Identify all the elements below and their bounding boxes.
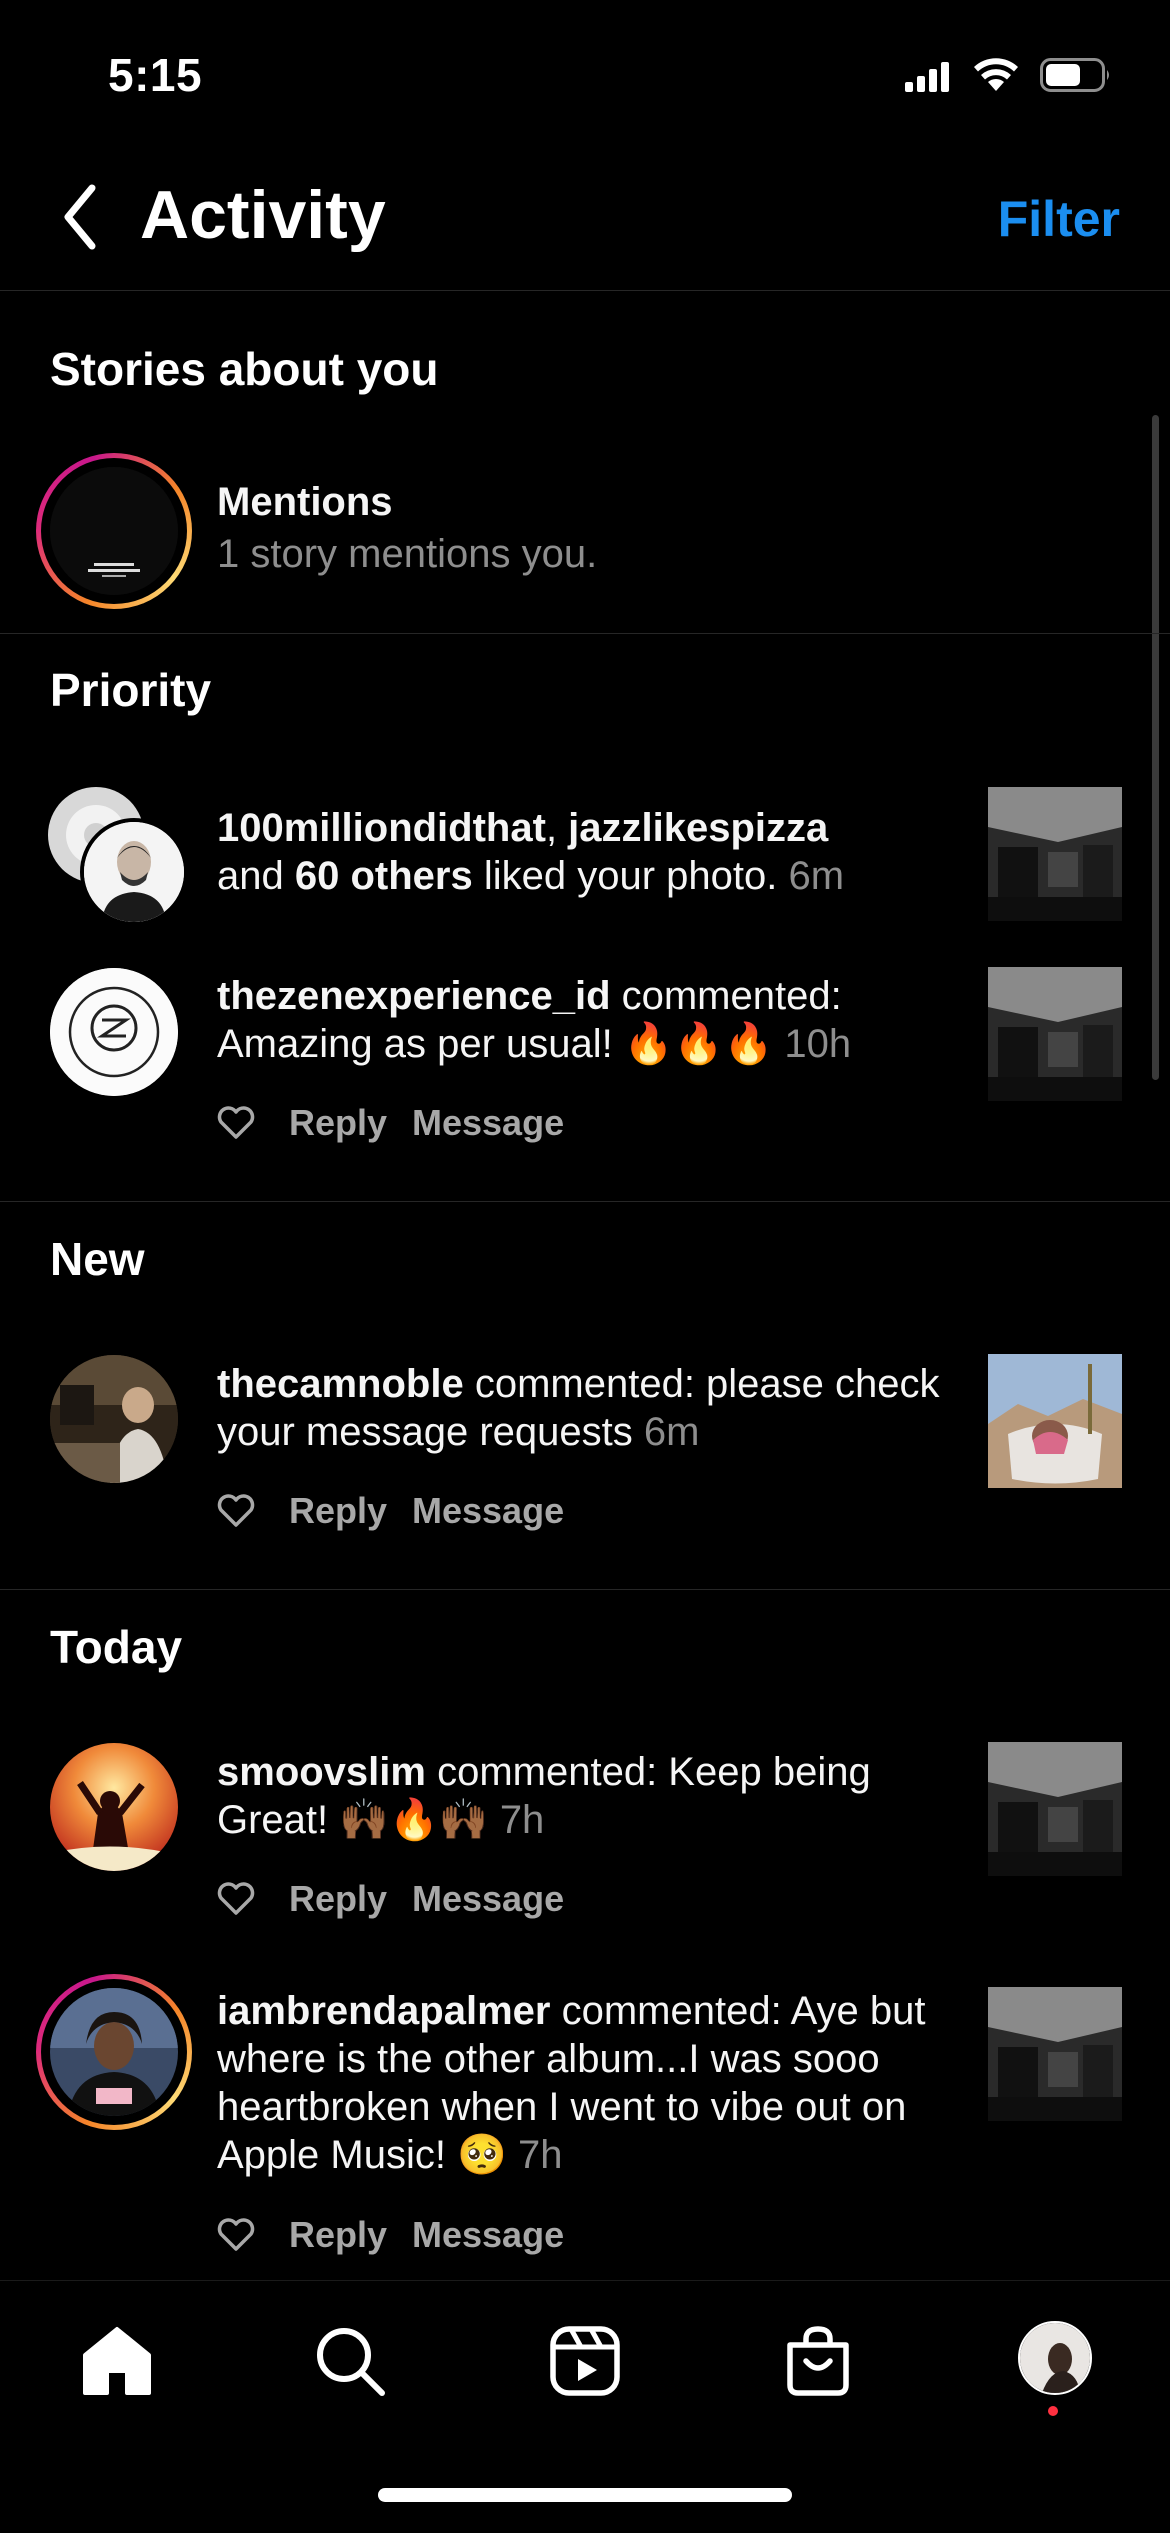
wifi-icon [974, 58, 1018, 91]
status-time: 5:15 [108, 49, 203, 101]
username[interactable]: 100milliondidthat [217, 806, 546, 850]
post-thumbnail[interactable] [988, 787, 1122, 921]
avatar[interactable] [50, 1988, 178, 2116]
mentions-title: Mentions [217, 480, 393, 524]
timestamp: 6m [788, 854, 845, 898]
reply-button[interactable]: Reply [289, 2214, 387, 2256]
username[interactable]: iambrendapalmer [217, 1989, 550, 2033]
username[interactable]: thezenexperience_id [217, 974, 611, 1018]
section-title-stories: Stories about you [50, 343, 439, 395]
profile-avatar[interactable] [1018, 2321, 1092, 2395]
section-title-today: Today [50, 1621, 183, 1673]
message-button[interactable]: Message [412, 1878, 564, 1920]
home-icon[interactable] [77, 2321, 157, 2401]
post-thumbnail[interactable] [988, 967, 1122, 1101]
avatar[interactable] [50, 1355, 178, 1483]
message-button[interactable]: Message [412, 1102, 564, 1144]
reels-icon[interactable] [545, 2321, 625, 2401]
username[interactable]: thecamnoble [217, 1362, 464, 1406]
reply-button[interactable]: Reply [289, 1878, 387, 1920]
heart-icon[interactable] [217, 1494, 255, 1528]
message-button[interactable]: Message [412, 2214, 564, 2256]
notification-dot [1048, 2406, 1058, 2416]
timestamp: 7h [499, 1798, 545, 1842]
avatar[interactable] [50, 1743, 178, 1871]
avatar[interactable] [50, 968, 178, 1096]
reply-button[interactable]: Reply [289, 1490, 387, 1532]
avatar-user2[interactable] [80, 818, 188, 926]
reply-button[interactable]: Reply [289, 1102, 387, 1144]
page-title: Activity [140, 177, 386, 253]
heart-icon[interactable] [217, 1882, 255, 1916]
timestamp: 6m [643, 1410, 700, 1454]
status-bar: 5:15 [0, 0, 1170, 140]
username[interactable]: jazzlikespizza [568, 806, 828, 850]
shop-icon[interactable] [778, 2321, 858, 2401]
story-preview-image [50, 467, 178, 595]
others-count[interactable]: 60 others [295, 854, 473, 898]
back-chevron-icon[interactable] [60, 182, 100, 252]
mention-story-thumbnail [50, 467, 178, 595]
cellular-signal-icon [905, 62, 949, 92]
activity-text: thecamnoble commented: please check your… [217, 1362, 940, 1454]
divider [0, 633, 1170, 634]
timestamp: 7h [518, 2133, 563, 2177]
heart-icon[interactable] [217, 2218, 255, 2252]
post-thumbnail[interactable] [988, 1987, 1122, 2121]
message-button[interactable]: Message [412, 1490, 564, 1532]
divider [0, 1589, 1170, 1590]
activity-text: iambrendapalmer commented: Aye but where… [217, 1989, 926, 2177]
username[interactable]: smoovslim [217, 1750, 426, 1794]
divider [0, 1201, 1170, 1202]
battery-icon [1040, 58, 1109, 92]
activity-text: 100milliondidthat, jazzlikespizza and 60 … [217, 806, 845, 898]
header: Activity Filter [0, 140, 1170, 291]
scrollbar[interactable] [1152, 415, 1159, 1080]
activity-text: thezenexperience_id commented: Amazing a… [217, 974, 852, 1066]
search-icon[interactable] [310, 2321, 390, 2401]
section-title-new: New [50, 1233, 145, 1285]
heart-icon[interactable] [217, 1106, 255, 1140]
activity-text: smoovslim commented: Keep being Great! 🙌… [217, 1750, 871, 1842]
post-thumbnail[interactable] [988, 1354, 1122, 1488]
mentions-subtitle: 1 story mentions you. [217, 532, 598, 576]
section-title-priority: Priority [50, 664, 212, 716]
filter-button[interactable]: Filter [998, 190, 1120, 248]
timestamp: 10h [784, 1022, 852, 1066]
home-indicator[interactable] [378, 2488, 792, 2502]
post-thumbnail[interactable] [988, 1742, 1122, 1876]
